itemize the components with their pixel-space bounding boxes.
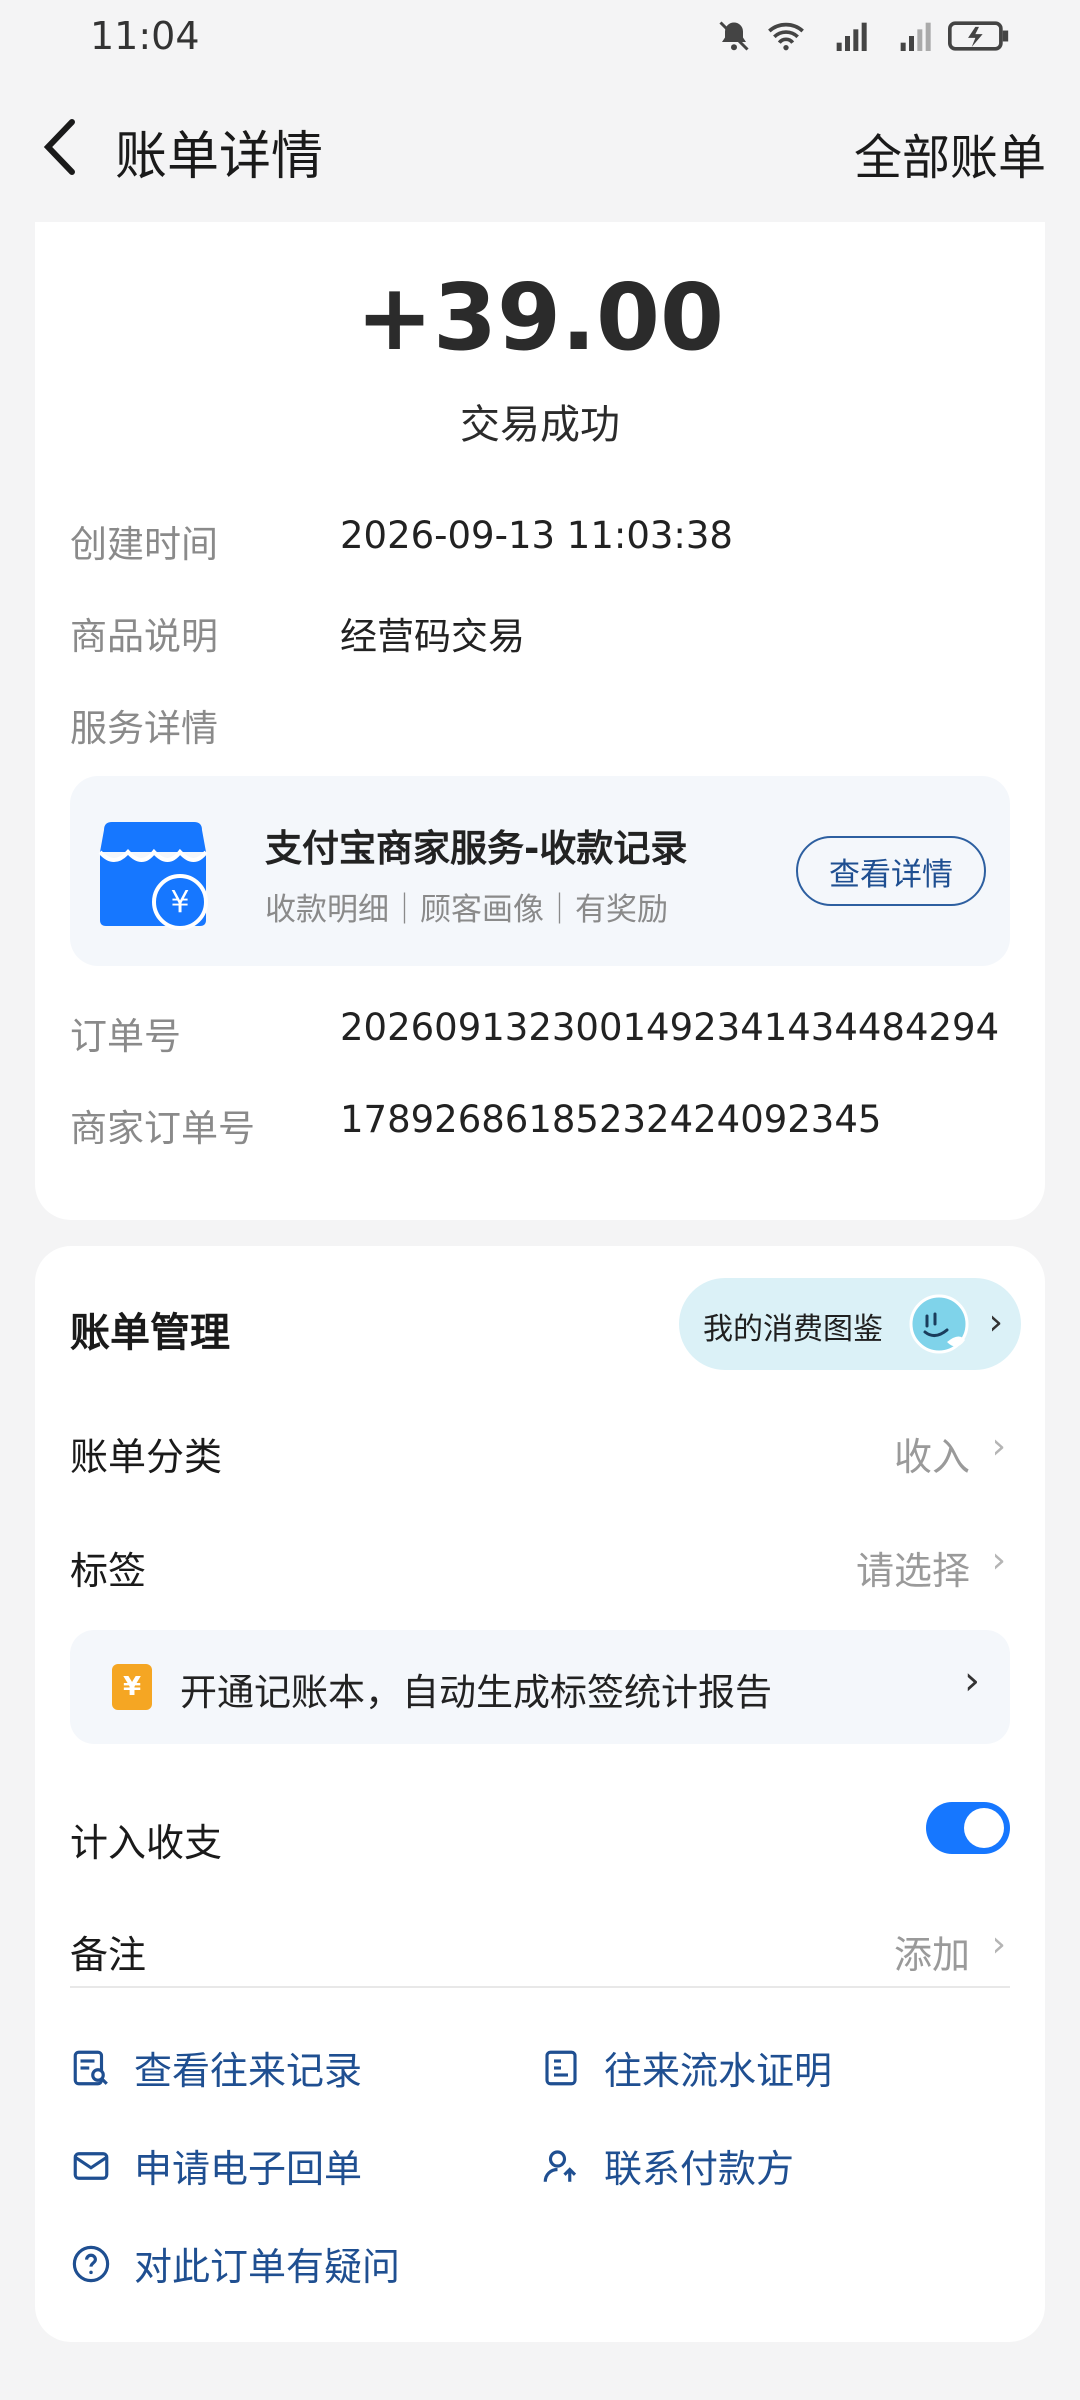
navigation-bar: 账单详情 全部账单 (0, 92, 1080, 202)
battery-icon (948, 21, 1009, 51)
bill-management-card: 账单管理 我的消费图鉴 › 账单分类 收入 › 标签 请选择 › ¥ 开通记账本… (35, 1246, 1045, 2342)
note-row[interactable]: 备注 添加 › (70, 1914, 1010, 1984)
order-question-label: 对此订单有疑问 (134, 2245, 401, 2289)
logo-yuan-symbol: ¥ (170, 885, 189, 920)
bill-category-value: 收入 (893, 1435, 970, 1479)
count-income-row: 计入收支 (70, 1802, 1010, 1872)
document-search-icon (73, 2050, 108, 2085)
page-title: 账单详情 (115, 127, 324, 187)
transaction-status: 交易成功 (460, 402, 620, 448)
view-history-link[interactable]: 查看往来记录 (70, 2040, 362, 2095)
toggle-knob (964, 1808, 1004, 1848)
envelope-icon (73, 2151, 109, 2180)
coupon-icon: ¥ (112, 1664, 152, 1710)
count-income-toggle[interactable] (926, 1802, 1010, 1854)
contact-payer-link[interactable]: 联系付款方 (540, 2138, 794, 2193)
consumption-atlas-label: 我的消费图鉴 (703, 1312, 883, 1347)
statement-proof-link[interactable]: 往来流水证明 (540, 2040, 832, 2095)
tag-label: 标签 (70, 1549, 147, 1593)
mascot-icon (909, 1294, 969, 1354)
divider (70, 1986, 1010, 1988)
note-label: 备注 (70, 1933, 147, 1977)
order-question-link[interactable]: 对此订单有疑问 (70, 2236, 400, 2291)
count-income-label: 计入收支 (70, 1821, 223, 1865)
view-details-button[interactable]: 查看详情 (796, 836, 986, 906)
chevron-right-icon: › (991, 1540, 1006, 1581)
created-time-label: 创建时间 (70, 523, 218, 566)
transaction-amount: +39.00 (355, 264, 725, 371)
user-upload-icon (543, 2149, 577, 2182)
service-detail-label: 服务详情 (70, 707, 218, 750)
status-icons (716, 18, 1010, 54)
tag-value: 请选择 (855, 1549, 970, 1593)
view-history-label: 查看往来记录 (134, 2049, 363, 2093)
e-receipt-label: 申请电子回单 (134, 2147, 363, 2191)
service-title: 支付宝商家服务-收款记录 (265, 827, 688, 870)
storefront-icon: ¥ (98, 822, 208, 930)
back-button[interactable] (32, 112, 92, 182)
ledger-promo-text: 开通记账本，自动生成标签统计报告 (180, 1671, 772, 1714)
document-icon (545, 2050, 577, 2085)
merchant-service-card[interactable]: ¥ 支付宝商家服务-收款记录 收款明细｜顾客画像｜有奖励 查看详情 (70, 776, 1010, 966)
service-subtitle: 收款明细｜顾客画像｜有奖励 (265, 892, 668, 928)
item-desc-label: 商品说明 (70, 615, 218, 658)
consumption-atlas-button[interactable]: 我的消费图鉴 › (679, 1278, 1021, 1370)
bill-category-label: 账单分类 (70, 1435, 223, 1479)
bill-category-row[interactable]: 账单分类 收入 › (70, 1416, 1010, 1486)
e-receipt-link[interactable]: 申请电子回单 (70, 2138, 362, 2193)
signal-5g-icon (836, 22, 867, 51)
all-bills-link[interactable]: 全部账单 (854, 118, 1046, 188)
created-time-value: 2026-09-13 11:03:38 (340, 514, 733, 557)
transaction-card: +39.00 交易成功 创建时间 2026-09-13 11:03:38 商品说… (35, 222, 1045, 1220)
signal-4g-icon (900, 22, 931, 51)
chevron-right-icon: › (991, 1426, 1006, 1467)
ledger-promo-banner[interactable]: ¥ 开通记账本，自动生成标签统计报告 › (70, 1630, 1010, 1744)
bell-mute-icon (719, 21, 749, 51)
wifi-icon (768, 22, 804, 51)
merchant-order-value[interactable]: 17892686185232424092345 (340, 1098, 881, 1141)
tag-row[interactable]: 标签 请选择 › (70, 1530, 1010, 1600)
chevron-left-icon (43, 119, 75, 175)
statement-proof-label: 往来流水证明 (604, 2049, 833, 2093)
question-circle-icon (72, 2245, 110, 2282)
chevron-right-icon: › (991, 1924, 1006, 1965)
order-number-label: 订单号 (70, 1015, 181, 1058)
note-value: 添加 (893, 1933, 970, 1977)
chevron-right-icon: › (964, 1658, 980, 1704)
status-time: 11:04 (90, 14, 200, 58)
order-number-value[interactable]: 2026091323001492341434484294 (340, 1006, 999, 1049)
bill-management-title: 账单管理 (70, 1310, 230, 1356)
chevron-right-icon: › (988, 1302, 1003, 1343)
item-desc-value: 经营码交易 (340, 615, 525, 658)
status-bar: 11:04 (0, 0, 1080, 80)
merchant-order-label: 商家订单号 (70, 1107, 255, 1150)
contact-payer-label: 联系付款方 (604, 2147, 795, 2191)
